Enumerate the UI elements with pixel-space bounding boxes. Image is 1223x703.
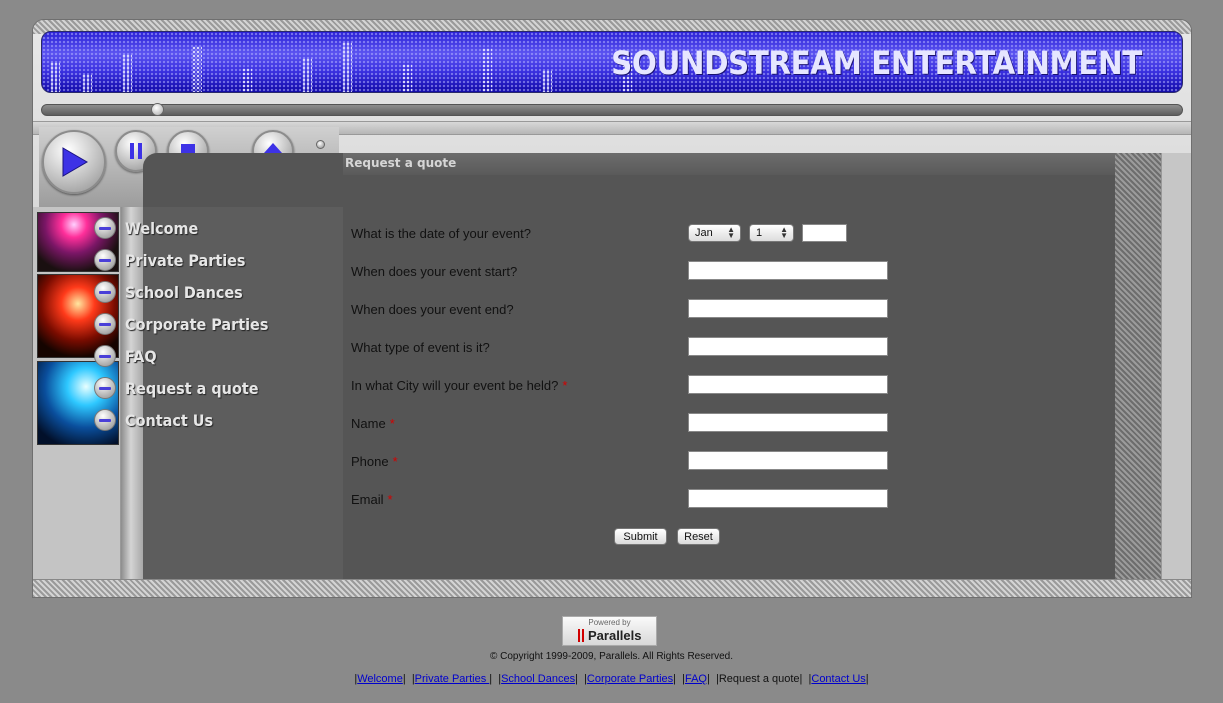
nav-item-label: Private Parties bbox=[125, 250, 246, 270]
start-row: When does your event start? bbox=[351, 261, 517, 281]
select-arrows-icon: ▲ ▼ bbox=[727, 225, 735, 240]
play-button[interactable] bbox=[42, 130, 106, 194]
equalizer-bar bbox=[482, 48, 492, 92]
seek-knob[interactable] bbox=[151, 103, 164, 116]
reset-button[interactable]: Reset bbox=[677, 528, 720, 545]
player-frame: SOUNDSTREAM ENTERTAINMENT Request a quot… bbox=[32, 19, 1192, 598]
equalizer-bar bbox=[542, 70, 552, 92]
start-time-input[interactable] bbox=[688, 261, 888, 280]
nav-item-school-dances[interactable]: School Dances bbox=[94, 279, 256, 305]
month-value: Jan bbox=[695, 227, 713, 239]
copyright-text: © Copyright 1999-2009, Parallels. All Ri… bbox=[489, 651, 734, 662]
nav-item-private-parties[interactable]: Private Parties bbox=[94, 247, 259, 273]
play-icon bbox=[62, 147, 88, 177]
footer-link-corporate-parties[interactable]: Corporate Parties bbox=[587, 673, 673, 685]
equalizer-bar bbox=[302, 58, 312, 92]
footer-link-faq[interactable]: FAQ bbox=[685, 673, 707, 685]
minus-icon bbox=[94, 217, 116, 239]
parallels-logo-icon bbox=[578, 629, 585, 642]
start-label: When does your event start? bbox=[351, 263, 518, 279]
required-mark: * bbox=[562, 377, 568, 393]
site-title: SOUNDSTREAM ENTERTAINMENT bbox=[611, 44, 1142, 82]
equalizer-bar bbox=[192, 46, 202, 92]
name-input[interactable] bbox=[688, 413, 888, 432]
nav-item-label: Corporate Parties bbox=[125, 314, 269, 334]
page-heading: Request a quote bbox=[345, 156, 457, 170]
equalizer-bar bbox=[122, 54, 132, 92]
date-label: What is the date of your event? bbox=[351, 225, 531, 241]
nav-item-faq[interactable]: FAQ bbox=[94, 343, 160, 369]
header-banner: SOUNDSTREAM ENTERTAINMENT bbox=[41, 31, 1183, 93]
powered-by-text: Powered by bbox=[588, 618, 631, 627]
screw-icon bbox=[316, 140, 325, 149]
type-row: What type of event is it? bbox=[351, 337, 490, 357]
minus-icon bbox=[94, 281, 116, 303]
required-mark: * bbox=[392, 453, 398, 469]
equalizer-bar bbox=[50, 62, 60, 92]
submit-button[interactable]: Submit bbox=[614, 528, 667, 545]
seek-bar[interactable] bbox=[41, 103, 1183, 116]
pause-icon bbox=[130, 143, 142, 159]
minus-icon bbox=[94, 409, 116, 431]
right-hatch-strip bbox=[1115, 153, 1161, 579]
nav-item-welcome[interactable]: Welcome bbox=[94, 215, 206, 241]
phone-label: Phone bbox=[351, 453, 389, 469]
minus-icon bbox=[94, 313, 116, 335]
nav-item-label: Contact Us bbox=[125, 410, 214, 430]
name-row: Name * bbox=[351, 413, 395, 433]
equalizer-bar bbox=[242, 68, 252, 92]
email-row: Email * bbox=[351, 489, 393, 509]
date-row: What is the date of your event? bbox=[351, 223, 531, 243]
nav-item-label: Request a quote bbox=[125, 378, 259, 398]
select-arrows-icon: ▲ ▼ bbox=[780, 225, 788, 240]
city-label: In what City will your event be held? bbox=[351, 377, 559, 393]
right-column bbox=[1161, 153, 1191, 579]
email-input[interactable] bbox=[688, 489, 888, 508]
minus-icon bbox=[94, 249, 116, 271]
minus-icon bbox=[94, 377, 116, 399]
end-label: When does your event end? bbox=[351, 301, 514, 317]
footer-link-private-parties[interactable]: Private Parties bbox=[415, 673, 490, 685]
parallels-brand: Parallels bbox=[588, 628, 642, 643]
end-time-input[interactable] bbox=[688, 299, 888, 318]
minus-icon bbox=[94, 345, 116, 367]
nav-item-corporate-parties[interactable]: Corporate Parties bbox=[94, 311, 284, 337]
name-label: Name bbox=[351, 415, 386, 431]
footer-link-school-dances[interactable]: School Dances bbox=[501, 673, 575, 685]
phone-row: Phone * bbox=[351, 451, 398, 471]
footer-current-page: Request a quote bbox=[718, 673, 800, 685]
equalizer-bar bbox=[82, 74, 92, 92]
year-input[interactable] bbox=[802, 224, 847, 242]
required-mark: * bbox=[389, 415, 395, 431]
content-title-bar bbox=[343, 153, 1115, 175]
frame-bottom-hatch bbox=[33, 579, 1191, 597]
event-type-input[interactable] bbox=[688, 337, 888, 356]
email-label: Email bbox=[351, 491, 384, 507]
phone-input[interactable] bbox=[688, 451, 888, 470]
event-type-label: What type of event is it? bbox=[351, 339, 490, 355]
powered-by-badge[interactable]: Powered by Parallels bbox=[562, 616, 657, 646]
nav-item-label: School Dances bbox=[125, 282, 243, 302]
nav-item-label: Welcome bbox=[125, 218, 199, 238]
nav-item-contact-us[interactable]: Contact Us bbox=[94, 407, 223, 433]
footer-links: |Welcome| |Private Parties | |School Dan… bbox=[354, 673, 869, 685]
footer-link-contact-us[interactable]: Contact Us bbox=[811, 673, 865, 685]
equalizer-bar bbox=[342, 42, 352, 92]
equalizer-bar bbox=[402, 64, 412, 92]
end-row: When does your event end? bbox=[351, 299, 514, 319]
day-value: 1 bbox=[756, 227, 763, 239]
month-select[interactable]: Jan ▲ ▼ bbox=[688, 224, 741, 242]
day-select[interactable]: 1 ▲ ▼ bbox=[749, 224, 794, 242]
city-row: In what City will your event be held? * bbox=[351, 375, 567, 395]
city-input[interactable] bbox=[688, 375, 888, 394]
nav-item-label: FAQ bbox=[125, 346, 157, 366]
footer-link-welcome[interactable]: Welcome bbox=[357, 673, 403, 685]
required-mark: * bbox=[387, 491, 393, 507]
nav-item-request-quote[interactable]: Request a quote bbox=[94, 375, 273, 401]
